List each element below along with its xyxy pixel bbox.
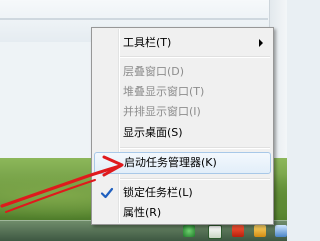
screen: 工具栏(T) 层叠窗口(D) 堆叠显示窗口(T) 并排显示窗口(I) 显示桌面(… [0,0,287,241]
red-arrow-annotation-icon [0,155,124,213]
